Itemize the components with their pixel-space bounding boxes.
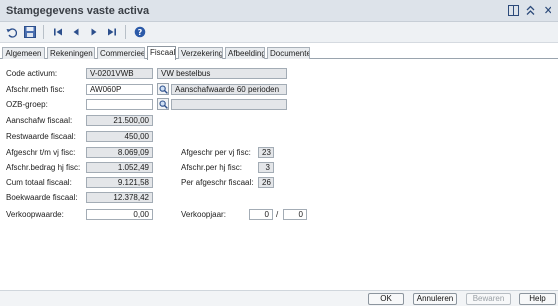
ozb-groep-lookup-search-icon[interactable] xyxy=(157,98,169,110)
afschr-per-hj-field: 3 xyxy=(258,162,274,173)
tab-documenten[interactable]: Documenten xyxy=(267,47,310,59)
ozb-groep-field[interactable] xyxy=(86,99,153,110)
previous-record-icon[interactable] xyxy=(68,25,83,40)
afschr-bedrag-field: 1.052,49 xyxy=(86,162,153,173)
record-toolbar: ? xyxy=(0,22,558,43)
afgeschr-per-vj-label: Afgeschr per vj fisc: xyxy=(181,148,251,157)
tab-verzekering[interactable]: Verzekering xyxy=(178,47,223,59)
code-activum-label: Code activum: xyxy=(6,69,58,78)
per-afgeschr-field: 26 xyxy=(258,177,274,188)
last-record-icon[interactable] xyxy=(104,25,119,40)
verkoopwaarde-field[interactable]: 0,00 xyxy=(86,209,153,220)
afgeschr-vj-label: Afgeschr t/m vj fisc: xyxy=(6,148,76,157)
afschr-meth-lookup-search-icon[interactable] xyxy=(157,83,169,95)
verkoopwaarde-label: Verkoopwaarde: xyxy=(6,210,64,219)
afgeschr-vj-field: 8.069,09 xyxy=(86,147,153,158)
restwaarde-fiscaal-label: Restwaarde fiscaal: xyxy=(6,132,76,141)
afschr-meth-field[interactable]: AW060P xyxy=(86,84,153,95)
code-activum-description: VW bestelbus xyxy=(157,68,287,79)
afschr-meth-label: Afschr.meth fisc: xyxy=(6,85,65,94)
code-activum-field: V-0201VWB xyxy=(86,68,153,79)
window-title: Stamgegevens vaste activa xyxy=(6,5,150,17)
restore-window-icon[interactable] xyxy=(507,4,520,17)
next-record-icon[interactable] xyxy=(86,25,101,40)
toolbar-separator xyxy=(125,25,126,39)
verkoopjaar-year-field[interactable]: 0 xyxy=(249,209,273,220)
collapse-window-icon[interactable] xyxy=(524,4,537,17)
verkoopjaar-period-field[interactable]: 0 xyxy=(283,209,307,220)
tab-afbeelding[interactable]: Afbeelding xyxy=(225,47,265,59)
tab-strip: Algemeen Rekeningen Commercieel Fiscaal … xyxy=(0,46,558,60)
restwaarde-fiscaal-field: 450,00 xyxy=(86,131,153,142)
afschr-per-hj-label: Afschr.per hj fisc: xyxy=(181,163,242,172)
ozb-groep-description xyxy=(171,99,287,110)
boekwaarde-fiscaal-field: 12.378,42 xyxy=(86,192,153,203)
tab-commercieel[interactable]: Commercieel xyxy=(97,47,145,59)
tab-fiscaal[interactable]: Fiscaal xyxy=(147,46,176,60)
bewaren-button[interactable]: Bewaren xyxy=(466,293,511,305)
boekwaarde-fiscaal-label: Boekwaarde fiscaal: xyxy=(6,193,78,202)
aanschafw-fiscaal-label: Aanschafw fiscaal: xyxy=(6,116,73,125)
verkoopjaar-separator: / xyxy=(276,210,279,219)
fiscaal-panel: Code activum: V-0201VWB VW bestelbus Afs… xyxy=(0,60,558,288)
window-controls xyxy=(507,4,554,17)
ok-button[interactable]: OK xyxy=(368,293,404,305)
undo-icon[interactable] xyxy=(4,25,19,40)
svg-text:?: ? xyxy=(137,28,142,37)
annuleren-button[interactable]: Annuleren xyxy=(413,293,457,305)
help-button[interactable]: Help xyxy=(519,293,556,305)
title-bar: Stamgegevens vaste activa xyxy=(0,0,558,22)
afschr-meth-description: Aanschafwaarde 60 perioden xyxy=(171,84,287,95)
close-window-icon[interactable] xyxy=(541,4,554,17)
cum-totaal-label: Cum totaal fiscaal: xyxy=(6,178,72,187)
afschr-bedrag-label: Afschr.bedrag hj fisc: xyxy=(6,163,81,172)
afgeschr-per-vj-field: 23 xyxy=(258,147,274,158)
save-icon[interactable] xyxy=(22,25,37,40)
aanschafw-fiscaal-field: 21.500,00 xyxy=(86,115,153,126)
ozb-groep-label: OZB-groep: xyxy=(6,100,48,109)
toolbar-separator xyxy=(43,25,44,39)
tab-algemeen[interactable]: Algemeen xyxy=(2,47,45,59)
cum-totaal-field: 9.121,58 xyxy=(86,177,153,188)
first-record-icon[interactable] xyxy=(50,25,65,40)
tab-rekeningen[interactable]: Rekeningen xyxy=(47,47,95,59)
dialog-footer: OK Annuleren Bewaren Help xyxy=(0,290,558,306)
verkoopjaar-label: Verkoopjaar: xyxy=(181,210,226,219)
per-afgeschr-label: Per afgeschr fiscaal: xyxy=(181,178,254,187)
help-icon[interactable]: ? xyxy=(132,25,147,40)
